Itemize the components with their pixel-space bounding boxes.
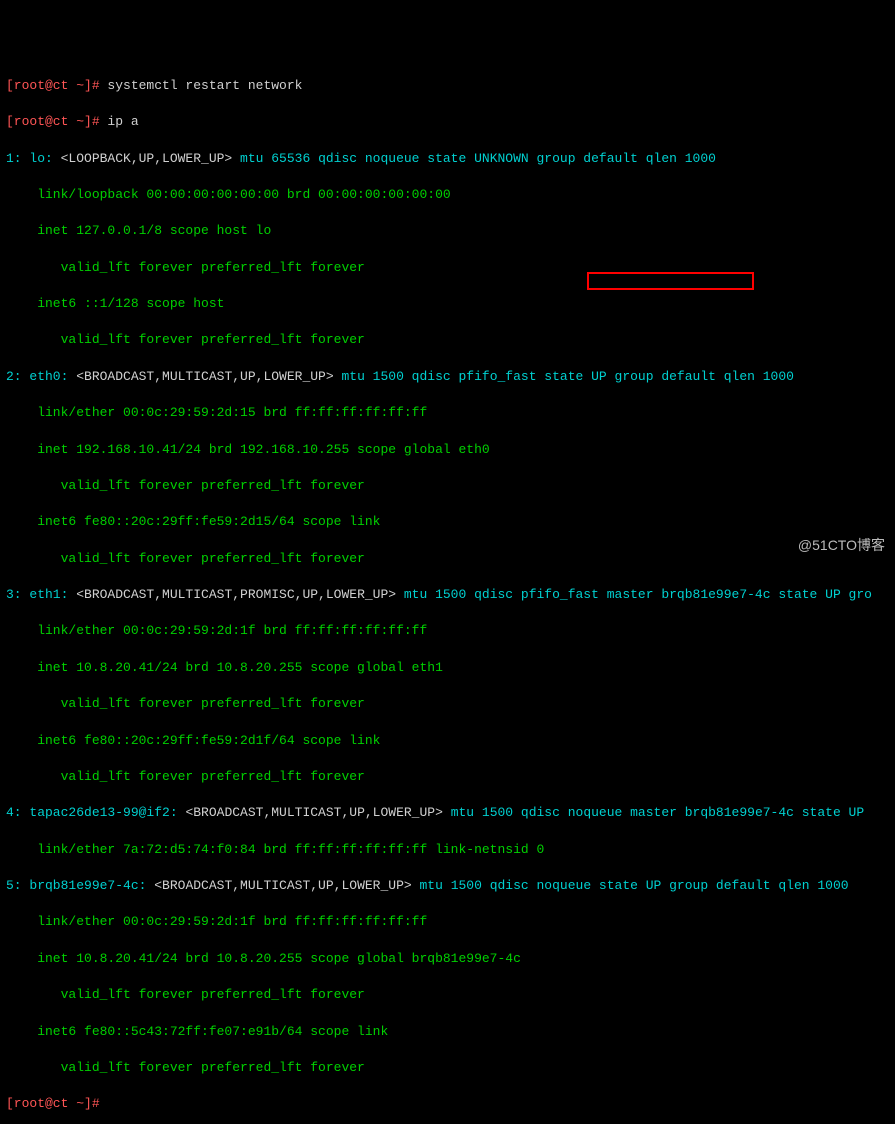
iface-eth1-inet: inet 10.8.20.41/24 brd 10.8.20.255 scope… (6, 659, 889, 677)
iface-eth0-header: 2: eth0: <BROADCAST,MULTICAST,UP,LOWER_U… (6, 368, 889, 386)
iface-tap-link: link/ether 7a:72:d5:74:f0:84 brd ff:ff:f… (6, 841, 889, 859)
iface-eth0-inet6: inet6 fe80::20c:29ff:fe59:2d15/64 scope … (6, 513, 889, 531)
iface-brq-inet: inet 10.8.20.41/24 brd 10.8.20.255 scope… (6, 950, 889, 968)
iface-lo-inet6: inet6 ::1/128 scope host (6, 295, 889, 313)
watermark-text: @51CTO博客 (798, 536, 885, 556)
iface-lo-inet: inet 127.0.0.1/8 scope host lo (6, 222, 889, 240)
cmd-line-3[interactable]: [root@ct ~]# (6, 1095, 889, 1113)
iface-lo-valid: valid_lft forever preferred_lft forever (6, 259, 889, 277)
iface-eth1-header: 3: eth1: <BROADCAST,MULTICAST,PROMISC,UP… (6, 586, 889, 604)
iface-eth0-valid: valid_lft forever preferred_lft forever (6, 477, 889, 495)
iface-eth0-valid6: valid_lft forever preferred_lft forever (6, 550, 889, 568)
iface-tap-header: 4: tapac26de13-99@if2: <BROADCAST,MULTIC… (6, 804, 889, 822)
iface-eth1-valid6: valid_lft forever preferred_lft forever (6, 768, 889, 786)
command-text: systemctl restart network (107, 78, 302, 93)
shell-prompt: [root@ct ~]# (6, 114, 107, 129)
iface-brq-valid6: valid_lft forever preferred_lft forever (6, 1059, 889, 1077)
iface-brq-header: 5: brqb81e99e7-4c: <BROADCAST,MULTICAST,… (6, 877, 889, 895)
iface-eth1-link: link/ether 00:0c:29:59:2d:1f brd ff:ff:f… (6, 622, 889, 640)
iface-lo-valid6: valid_lft forever preferred_lft forever (6, 331, 889, 349)
shell-prompt: [root@ct ~]# (6, 78, 107, 93)
iface-lo-link: link/loopback 00:00:00:00:00:00 brd 00:0… (6, 186, 889, 204)
command-text: ip a (107, 114, 138, 129)
shell-prompt: [root@ct ~]# (6, 1096, 107, 1111)
iface-eth1-inet6: inet6 fe80::20c:29ff:fe59:2d1f/64 scope … (6, 732, 889, 750)
iface-eth1-valid: valid_lft forever preferred_lft forever (6, 695, 889, 713)
iface-brq-valid: valid_lft forever preferred_lft forever (6, 986, 889, 1004)
iface-brq-link: link/ether 00:0c:29:59:2d:1f brd ff:ff:f… (6, 913, 889, 931)
cmd-line-2: [root@ct ~]# ip a (6, 113, 889, 131)
iface-eth0-inet: inet 192.168.10.41/24 brd 192.168.10.255… (6, 441, 889, 459)
iface-brq-inet6: inet6 fe80::5c43:72ff:fe07:e91b/64 scope… (6, 1023, 889, 1041)
iface-eth0-link: link/ether 00:0c:29:59:2d:15 brd ff:ff:f… (6, 404, 889, 422)
cmd-line-1: [root@ct ~]# systemctl restart network (6, 77, 889, 95)
iface-lo-header: 1: lo: <LOOPBACK,UP,LOWER_UP> mtu 65536 … (6, 150, 889, 168)
